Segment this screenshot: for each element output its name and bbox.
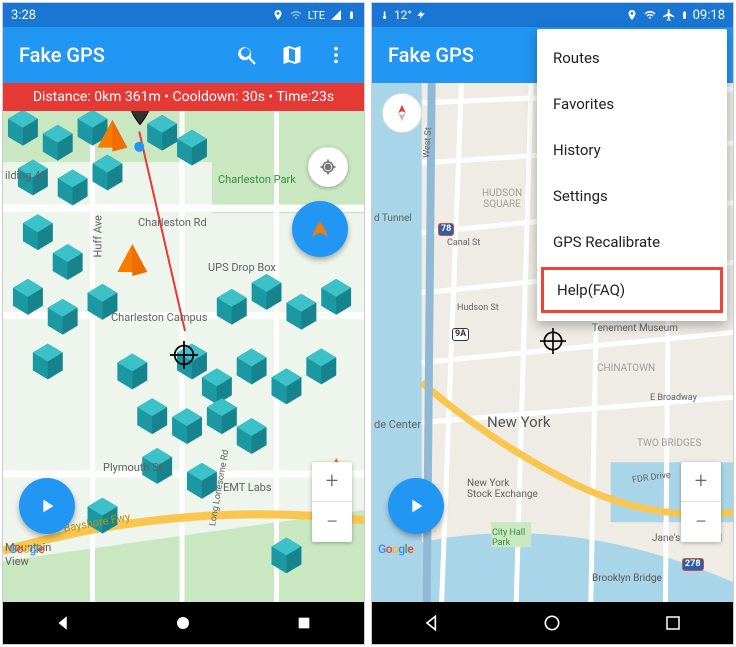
google-logo: Google bbox=[378, 542, 413, 556]
location-pin-icon bbox=[272, 8, 284, 22]
battery-icon bbox=[347, 8, 356, 22]
menu-item-recalibrate[interactable]: GPS Recalibrate bbox=[537, 219, 727, 265]
zoom-out-button[interactable]: − bbox=[312, 502, 352, 542]
nav-back-button[interactable] bbox=[407, 609, 457, 637]
location-pin-icon bbox=[626, 8, 638, 22]
map-mode-button[interactable] bbox=[280, 43, 304, 67]
zoom-in-button[interactable]: + bbox=[312, 462, 352, 502]
status-time: 3:28 bbox=[11, 8, 36, 23]
nav-recent-button[interactable] bbox=[279, 609, 329, 637]
menu-item-history[interactable]: History bbox=[537, 127, 727, 173]
thermometer-icon bbox=[380, 8, 390, 22]
status-bar: 12° 09:18 bbox=[372, 3, 733, 27]
route-shield: 278 bbox=[682, 558, 704, 571]
search-button[interactable] bbox=[236, 43, 260, 67]
route-shield: 78 bbox=[438, 223, 454, 236]
app-title: Fake GPS bbox=[19, 43, 216, 67]
heading-fab[interactable] bbox=[292, 201, 348, 257]
zoom-out-button[interactable]: − bbox=[681, 502, 721, 542]
signal-icon bbox=[329, 9, 343, 21]
arrow-icon bbox=[309, 218, 331, 240]
route-shield: 9A bbox=[452, 328, 469, 341]
battery-icon bbox=[680, 8, 689, 22]
status-time: 09:18 bbox=[693, 8, 725, 23]
menu-item-help[interactable]: Help(FAQ) bbox=[541, 267, 723, 313]
my-location-button[interactable] bbox=[308, 147, 348, 187]
google-logo: Google bbox=[9, 542, 44, 556]
overflow-menu: Routes Favorites History Settings GPS Re… bbox=[537, 29, 727, 321]
app-bar: Fake GPS bbox=[3, 27, 364, 83]
phone-right: 12° 09:18 Fake GPS GREENWICH VILLAGE HUD… bbox=[371, 2, 734, 645]
play-fab[interactable] bbox=[19, 478, 75, 534]
map-icon bbox=[280, 42, 304, 68]
nav-back-button[interactable] bbox=[38, 609, 88, 637]
menu-item-settings[interactable]: Settings bbox=[537, 173, 727, 219]
compass-button[interactable] bbox=[382, 93, 422, 133]
play-icon bbox=[405, 495, 427, 517]
nav-recent-button[interactable] bbox=[648, 609, 698, 637]
menu-item-routes[interactable]: Routes bbox=[537, 35, 727, 81]
nav-bar bbox=[3, 602, 364, 644]
zoom-in-button[interactable]: + bbox=[681, 462, 721, 502]
status-temp: 12° bbox=[394, 8, 412, 22]
nav-home-button[interactable] bbox=[158, 609, 208, 637]
wifi-icon bbox=[642, 9, 658, 21]
airplane-icon bbox=[662, 8, 676, 22]
map-area[interactable]: ilding 43 Charleston Park Charleston Rd … bbox=[3, 111, 364, 602]
compass-icon bbox=[391, 102, 413, 124]
my-location-icon bbox=[318, 157, 338, 177]
wifi-icon bbox=[288, 9, 304, 21]
distance-banner: Distance: 0km 361m • Cooldown: 30s • Tim… bbox=[3, 83, 364, 111]
play-icon bbox=[36, 495, 58, 517]
search-icon bbox=[236, 42, 260, 68]
zoom-control: + − bbox=[681, 462, 721, 542]
zoom-control: + − bbox=[312, 462, 352, 542]
phone-left: 3:28 LTE Fake GPS Distance: 0km 361m • C… bbox=[2, 2, 365, 645]
status-bar: 3:28 LTE bbox=[3, 3, 364, 27]
menu-item-favorites[interactable]: Favorites bbox=[537, 81, 727, 127]
status-network: LTE bbox=[308, 9, 325, 22]
bolt-icon bbox=[416, 8, 426, 22]
nav-bar bbox=[372, 602, 733, 644]
more-vert-icon bbox=[325, 44, 347, 66]
location-pin[interactable] bbox=[126, 111, 154, 133]
nav-home-button[interactable] bbox=[527, 609, 577, 637]
overflow-button[interactable] bbox=[324, 43, 348, 67]
play-fab[interactable] bbox=[388, 478, 444, 534]
